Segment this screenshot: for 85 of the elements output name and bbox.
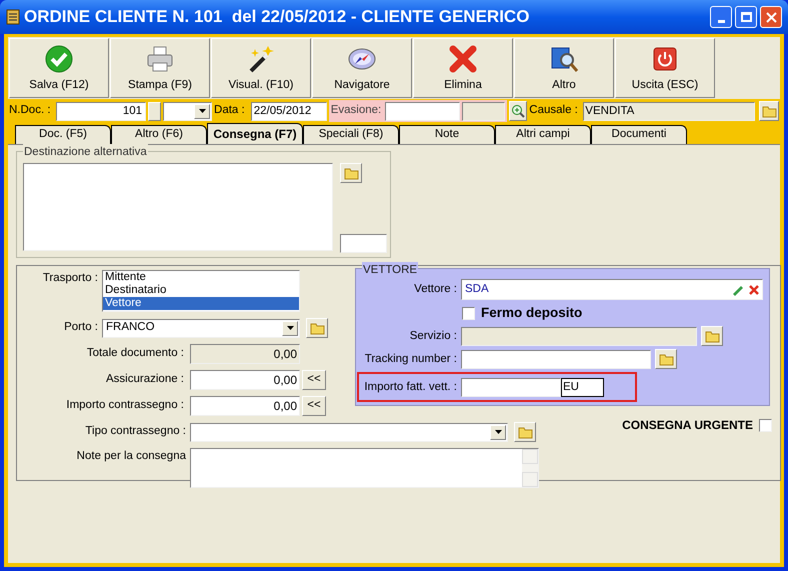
carrier-field[interactable]: SDA — [461, 279, 763, 300]
amount-field[interactable]: 0,00 — [190, 344, 300, 364]
amount-field[interactable]: 0,00 — [190, 370, 300, 390]
tab[interactable]: Speciali (F8) — [303, 125, 399, 144]
toolbar-button[interactable]: Navigatore — [312, 38, 412, 98]
field-label: Data : — [214, 103, 246, 118]
document-number-field[interactable]: 101 — [56, 102, 146, 120]
folder-button[interactable] — [701, 326, 723, 346]
folder-button[interactable] — [759, 101, 779, 121]
field-label: Assicurazione : — [105, 372, 185, 388]
date-field[interactable]: 22/05/2012 — [250, 102, 327, 120]
window-title: ORDINE CLIENTE N. 101 del 22/05/2012 - CLIENTE GENERICO — [24, 6, 530, 28]
cod-type-dropdown[interactable] — [190, 422, 508, 442]
folder-icon — [310, 322, 324, 334]
tab[interactable]: Altro (F6) — [111, 125, 207, 144]
pencil-icon[interactable] — [731, 284, 745, 296]
scrollbar[interactable] — [522, 449, 538, 487]
delete-x-icon — [448, 44, 478, 74]
field-label: Importo fatt. vett. : — [363, 380, 458, 395]
toolbar-button[interactable]: Visual. (F10) — [211, 38, 311, 98]
series-dropdown[interactable] — [162, 102, 212, 120]
field-label: N.Doc. : — [9, 103, 52, 118]
folder-button[interactable] — [340, 163, 362, 183]
list-item[interactable]: Mittente — [103, 271, 299, 284]
carrier-invoice-amount-field[interactable] — [461, 378, 561, 397]
toolbar-button[interactable]: Stampa (F9) — [110, 38, 210, 98]
evasion-extra-field[interactable] — [462, 102, 506, 120]
toolbar-button[interactable]: Salva (F12) — [9, 38, 109, 98]
maximize-button[interactable] — [735, 6, 757, 28]
field-label: Totale documento : — [86, 346, 185, 362]
evasion-date-field[interactable] — [385, 102, 460, 120]
tab[interactable]: Documenti — [591, 125, 687, 144]
field-label: Tracking number : — [364, 352, 458, 367]
urgent-delivery-label: CONSEGNA URGENTE — [622, 417, 753, 434]
service-field[interactable] — [461, 326, 697, 346]
field-label: Vettore : — [413, 282, 458, 297]
close-icon — [766, 12, 776, 22]
checkbox-label: Fermo deposito — [481, 304, 582, 322]
folder-button[interactable] — [514, 422, 536, 442]
zoom-in-icon — [511, 104, 526, 118]
delivery-notes-field[interactable] — [190, 448, 539, 488]
causale-field[interactable]: VENDITA — [583, 102, 756, 120]
folder-icon — [344, 166, 358, 180]
tab[interactable]: Consegna (F7) — [207, 123, 303, 144]
toolbar-button[interactable]: Uscita (ESC) — [615, 38, 715, 98]
field-label: Porto : — [63, 320, 99, 336]
tab[interactable]: Doc. (F5) — [15, 125, 111, 144]
porto-dropdown[interactable]: FRANCO — [102, 318, 300, 338]
field-label: Trasporto : — [42, 271, 99, 286]
folder-icon — [762, 104, 777, 118]
minimize-button[interactable] — [710, 6, 732, 28]
folder-icon — [658, 352, 674, 366]
list-item[interactable]: Vettore — [103, 297, 299, 310]
toolbar-button[interactable]: Altro — [514, 38, 614, 98]
field-label: Tipo contrassegno : — [84, 424, 187, 440]
folder-button[interactable] — [655, 349, 677, 370]
field-label: Importo contrassegno : — [65, 398, 185, 414]
checkmark-icon — [44, 44, 74, 74]
field-label: Evasione: — [330, 103, 382, 118]
app-icon — [6, 9, 20, 25]
transport-list[interactable]: Mittente Destinatario Vettore — [102, 270, 300, 312]
amount-field[interactable]: 0,00 — [190, 396, 300, 416]
field-label: Note per la consegna — [76, 449, 187, 464]
destination-code-field[interactable] — [340, 234, 387, 253]
folder-icon — [518, 426, 532, 438]
list-item[interactable]: Destinatario — [103, 284, 299, 297]
checkbox[interactable] — [759, 418, 772, 432]
close-button[interactable] — [760, 6, 782, 28]
checkbox[interactable] — [462, 306, 475, 320]
copy-amount-button[interactable]: << — [302, 396, 326, 416]
zoom-button[interactable] — [509, 101, 528, 121]
tab[interactable]: Altri campi — [495, 125, 591, 144]
delete-x-icon[interactable] — [749, 284, 759, 294]
small-button[interactable] — [148, 102, 161, 120]
printer-icon — [145, 44, 175, 74]
copy-amount-button[interactable]: << — [302, 370, 326, 390]
currency-field[interactable]: EU — [561, 378, 604, 397]
tracking-number-field[interactable] — [461, 350, 651, 369]
folder-icon — [704, 330, 720, 343]
toolbar-button[interactable]: Elimina — [413, 38, 513, 98]
field-label: Causale : — [529, 103, 579, 118]
folder-button[interactable] — [306, 318, 328, 338]
field-label: Servizio : — [408, 328, 458, 344]
tab[interactable]: Note — [399, 125, 495, 144]
alternative-destination-field[interactable] — [23, 163, 333, 251]
